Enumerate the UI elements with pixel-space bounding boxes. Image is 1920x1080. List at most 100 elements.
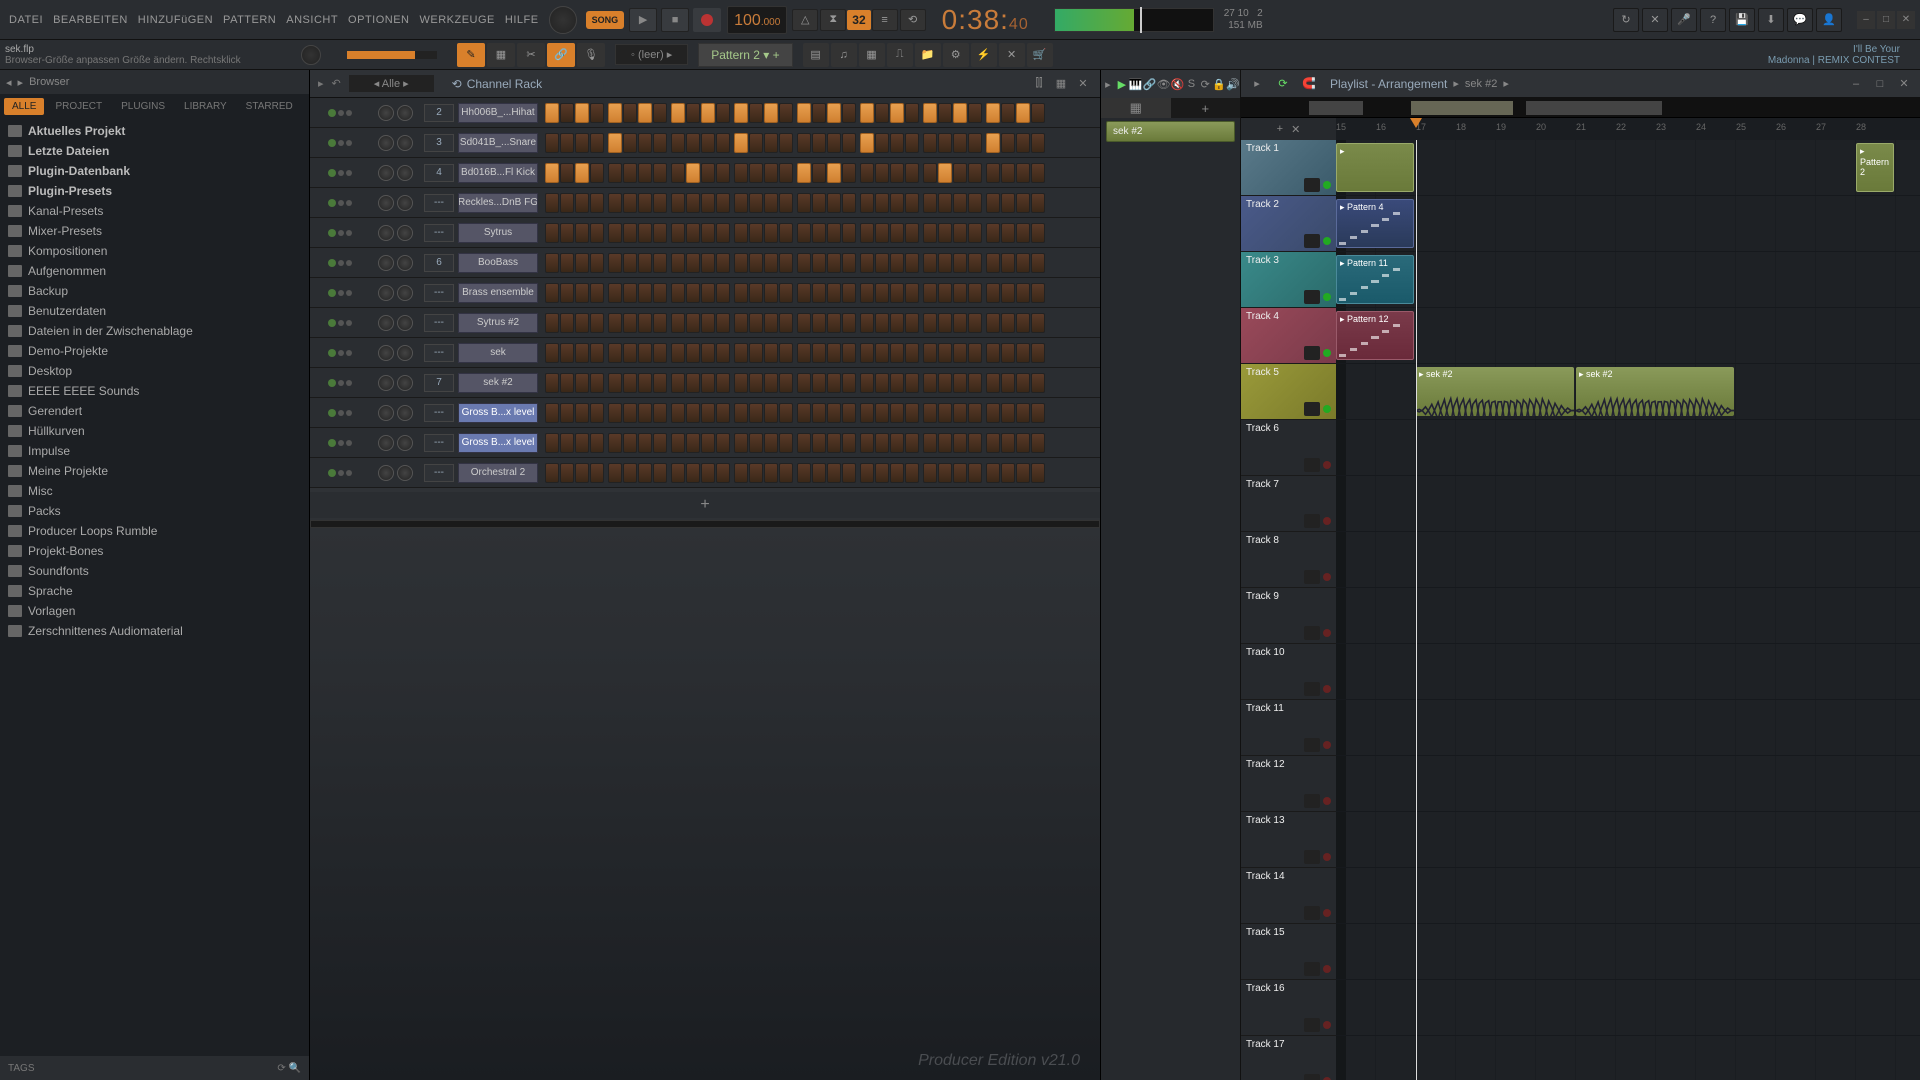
blend-icon[interactable]: ≡ [872, 9, 898, 31]
step-cell[interactable] [938, 313, 952, 333]
step-cell[interactable] [1031, 343, 1045, 363]
step-cell[interactable] [590, 373, 604, 393]
step-cell[interactable] [923, 253, 937, 273]
step-cell[interactable] [812, 373, 826, 393]
browser-tab-starred[interactable]: STARRED [238, 98, 301, 115]
channel-name[interactable]: Reckles...DnB FG [458, 193, 538, 213]
step-cell[interactable] [986, 373, 1000, 393]
step-cell[interactable] [716, 193, 730, 213]
step-cell[interactable] [905, 253, 919, 273]
step-cell[interactable] [812, 163, 826, 183]
step-cell[interactable] [638, 283, 652, 303]
step-cell[interactable] [638, 343, 652, 363]
step-cell[interactable] [890, 223, 904, 243]
step-cell[interactable] [764, 313, 778, 333]
track-lane[interactable]: ▸ Pattern 11 [1336, 252, 1920, 308]
step-cell[interactable] [1016, 463, 1030, 483]
step-cell[interactable] [608, 403, 622, 423]
step-cell[interactable] [575, 463, 589, 483]
tree-item[interactable]: Benutzerdaten [0, 301, 309, 321]
step-cell[interactable] [701, 163, 715, 183]
track-lane[interactable] [1336, 476, 1920, 532]
tree-item[interactable]: Kompositionen [0, 241, 309, 261]
pattern-selector[interactable]: Pattern 2 ▾ + [698, 43, 792, 67]
step-cell[interactable] [623, 343, 637, 363]
step-cell[interactable] [545, 373, 559, 393]
playlist-crumb[interactable]: sek #2 [1465, 78, 1497, 90]
step-cell[interactable] [875, 103, 889, 123]
step-cell[interactable] [860, 193, 874, 213]
step-cell[interactable] [905, 223, 919, 243]
step-cell[interactable] [986, 163, 1000, 183]
step-cell[interactable] [623, 253, 637, 273]
step-cell[interactable] [1001, 133, 1015, 153]
step-cell[interactable] [653, 463, 667, 483]
rack-undo-icon[interactable]: ↶ [332, 77, 341, 90]
track-lane[interactable]: ▸ Pattern 12 [1336, 308, 1920, 364]
step-cell[interactable] [764, 103, 778, 123]
tree-item[interactable]: Sprache [0, 581, 309, 601]
channel-pan-knob[interactable] [378, 315, 394, 331]
channel-mixer-slot[interactable]: --- [424, 404, 454, 422]
step-cell[interactable] [986, 343, 1000, 363]
step-cell[interactable] [986, 433, 1000, 453]
step-cell[interactable] [860, 163, 874, 183]
step-cell[interactable] [797, 403, 811, 423]
step-cell[interactable] [827, 433, 841, 453]
tree-item[interactable]: Plugin-Datenbank [0, 161, 309, 181]
step-cell[interactable] [590, 163, 604, 183]
step-cell[interactable] [701, 433, 715, 453]
track-lane[interactable]: ▸ ▸ Pattern 2 [1336, 140, 1920, 196]
step-cell[interactable] [608, 133, 622, 153]
track-header[interactable]: Track 15 [1241, 924, 1336, 980]
step-cell[interactable] [797, 223, 811, 243]
step-cell[interactable] [923, 193, 937, 213]
step-cell[interactable] [905, 403, 919, 423]
step-cell[interactable] [671, 373, 685, 393]
step-cell[interactable] [1031, 253, 1045, 273]
step-cell[interactable] [779, 193, 793, 213]
tree-item[interactable]: Hüllkurven [0, 421, 309, 441]
step-cell[interactable] [653, 133, 667, 153]
tree-item[interactable]: Vorlagen [0, 601, 309, 621]
step-cell[interactable] [716, 433, 730, 453]
channel-pan-knob[interactable] [378, 105, 394, 121]
track-lane[interactable] [1336, 812, 1920, 868]
playlist-clip[interactable]: ▸ [1336, 143, 1414, 192]
step-cell[interactable] [779, 133, 793, 153]
step-cell[interactable] [1031, 163, 1045, 183]
step-cell[interactable] [779, 283, 793, 303]
picker-refresh-icon[interactable]: ⟳ [1198, 75, 1212, 93]
step-cell[interactable] [1031, 223, 1045, 243]
step-cell[interactable] [779, 163, 793, 183]
step-cell[interactable] [560, 403, 574, 423]
step-cell[interactable] [953, 283, 967, 303]
step-cell[interactable] [968, 463, 982, 483]
track-header[interactable]: Track 17 [1241, 1036, 1336, 1080]
tree-item[interactable]: Impulse [0, 441, 309, 461]
step-cell[interactable] [860, 433, 874, 453]
track-mute-icon[interactable] [1304, 234, 1320, 248]
step-cell[interactable] [638, 313, 652, 333]
browser-tab-project[interactable]: PROJECT [47, 98, 110, 115]
main-volume-knob[interactable] [549, 6, 577, 34]
step-cell[interactable] [686, 433, 700, 453]
step-cell[interactable] [1016, 163, 1030, 183]
step-cell[interactable] [608, 343, 622, 363]
step-cell[interactable] [749, 403, 763, 423]
picker-play-icon[interactable]: ▶ [1115, 75, 1129, 93]
step-cell[interactable] [905, 133, 919, 153]
save-icon[interactable]: 💾 [1729, 8, 1755, 32]
step-cell[interactable] [623, 223, 637, 243]
track-header[interactable]: Track 16 [1241, 980, 1336, 1036]
step-cell[interactable] [797, 283, 811, 303]
track-led[interactable] [1323, 405, 1331, 413]
track-led[interactable] [1323, 461, 1331, 469]
step-cell[interactable] [812, 343, 826, 363]
step-cell[interactable] [716, 313, 730, 333]
channel-vol-knob[interactable] [397, 375, 413, 391]
channel-vol-knob[interactable] [397, 345, 413, 361]
step-cell[interactable] [716, 163, 730, 183]
step-cell[interactable] [560, 433, 574, 453]
step-cell[interactable] [968, 343, 982, 363]
